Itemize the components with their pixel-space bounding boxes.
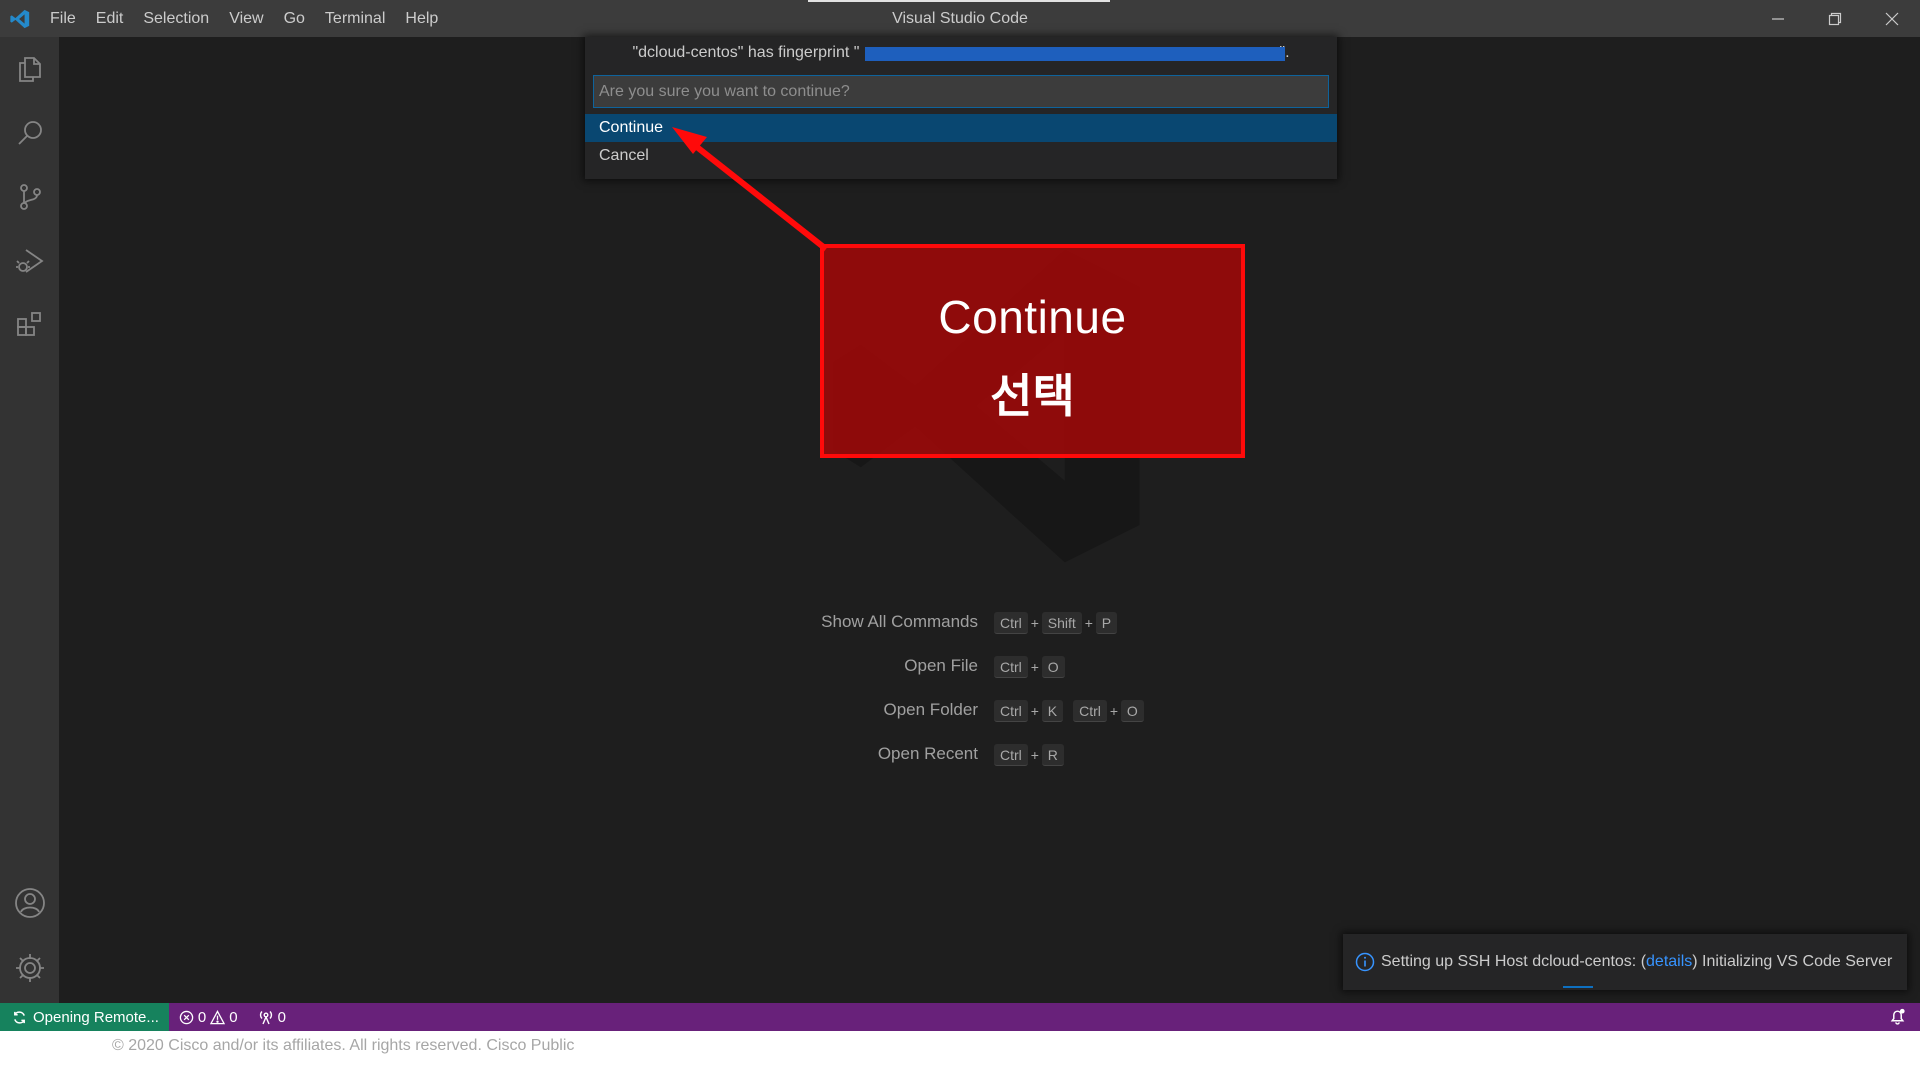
quick-input-list: Continue Cancel: [585, 114, 1337, 170]
ports-indicator[interactable]: 0: [248, 1009, 296, 1026]
restore-icon: [1828, 12, 1841, 25]
menu-selection[interactable]: Selection: [133, 0, 219, 37]
key-cap: Ctrl: [994, 700, 1028, 722]
activity-bar: [0, 37, 59, 1003]
shortcut-keys: Ctrl + R: [994, 744, 1064, 766]
menu-bar: File Edit Selection View Go Terminal Hel…: [40, 0, 448, 37]
extensions-icon[interactable]: [0, 297, 59, 353]
key-cap: Ctrl: [1073, 700, 1107, 722]
shortcut-label: Show All Commands: [821, 612, 978, 631]
notifications-bell-icon[interactable]: [1889, 1008, 1906, 1025]
key-cap: O: [1120, 700, 1144, 722]
key-cap: K: [1041, 700, 1064, 722]
accounts-icon[interactable]: [0, 875, 59, 931]
key-cap: Ctrl: [994, 612, 1028, 634]
remote-label: Opening Remote...: [33, 1008, 159, 1026]
sync-icon: [14, 1010, 25, 1024]
copyright-text: © 2020 Cisco and/or its affiliates. All …: [112, 1037, 575, 1054]
info-icon: [1355, 952, 1375, 972]
notification-text-before: Setting up SSH Host dcloud-centos: (: [1381, 953, 1647, 970]
settings-gear-icon[interactable]: [0, 940, 59, 996]
shortcut-keys: Ctrl + O: [994, 656, 1065, 678]
warning-count: 0: [229, 1008, 238, 1026]
remote-indicator[interactable]: Opening Remote...: [0, 1003, 169, 1031]
minimize-icon: [1771, 17, 1784, 20]
error-icon: [179, 1010, 194, 1024]
menu-file[interactable]: File: [40, 0, 86, 37]
minimize-button[interactable]: [1749, 0, 1806, 37]
explorer-icon[interactable]: [0, 41, 59, 97]
key-cap: R: [1041, 744, 1064, 766]
option-continue[interactable]: Continue: [585, 114, 1337, 142]
shortcut-label: Open Recent: [877, 744, 978, 763]
search-icon[interactable]: [0, 105, 59, 161]
source-control-icon[interactable]: [0, 169, 59, 225]
shortcut-keys: Ctrl + Shift + P: [994, 612, 1118, 634]
quick-input-title-prefix: "dcloud-centos" has fingerprint ": [632, 44, 860, 61]
vscode-logo-icon: [0, 0, 40, 37]
problems-indicator[interactable]: 0 0: [169, 1009, 248, 1026]
redaction-bar: [865, 47, 1285, 61]
key-cap: P: [1095, 612, 1118, 634]
warning-icon: [210, 1009, 226, 1024]
shortcut-label: Open Folder: [883, 700, 979, 719]
broadcast-icon: [259, 1011, 272, 1025]
option-cancel[interactable]: Cancel: [585, 142, 1337, 170]
shortcut-row[interactable]: Open Recent Ctrl + R: [0, 740, 1920, 768]
window-controls: [1749, 0, 1920, 37]
title-accent-line: [808, 0, 1110, 2]
menu-view[interactable]: View: [219, 0, 273, 37]
key-cap: Ctrl: [994, 656, 1028, 678]
error-count: 0: [197, 1008, 207, 1026]
ports-count: 0: [277, 1008, 286, 1026]
key-cap: Ctrl: [994, 744, 1028, 766]
quick-input-dialog: "dcloud-centos" has fingerprint "". Are …: [585, 37, 1337, 179]
menu-help[interactable]: Help: [395, 0, 448, 37]
notification-progress: [1563, 986, 1593, 988]
notification-text-after: ) Initializing VS Code Server: [1692, 953, 1893, 970]
title-bar: File Edit Selection View Go Terminal Hel…: [0, 0, 1920, 37]
shortcut-label: Open File: [904, 656, 978, 675]
key-cap: O: [1041, 656, 1065, 678]
close-icon: [1885, 12, 1898, 25]
key-cap: Shift: [1041, 612, 1082, 634]
close-button[interactable]: [1863, 0, 1920, 37]
menu-terminal[interactable]: Terminal: [315, 0, 395, 37]
callout-line1: Continue: [938, 291, 1127, 343]
menu-edit[interactable]: Edit: [86, 0, 134, 37]
callout-line2: 선택: [990, 370, 1075, 422]
run-debug-icon[interactable]: [0, 233, 59, 289]
quick-input-field[interactable]: Are you sure you want to continue?: [593, 75, 1329, 108]
notification-toast: Setting up SSH Host dcloud-centos: (deta…: [1343, 934, 1907, 990]
vscode-window: File Edit Selection View Go Terminal Hel…: [0, 0, 1920, 1031]
instruction-callout: Continue 선택: [820, 244, 1245, 458]
shortcut-row[interactable]: Show All Commands Ctrl + Shift + P: [0, 608, 1920, 636]
status-bar: Opening Remote... 0 0 0: [0, 1003, 1920, 1031]
details-link[interactable]: details: [1646, 953, 1692, 971]
shortcut-row[interactable]: Open Folder Ctrl + K Ctrl + O: [0, 696, 1920, 724]
shortcut-row[interactable]: Open File Ctrl + O: [0, 652, 1920, 680]
menu-go[interactable]: Go: [274, 0, 315, 37]
shortcut-keys: Ctrl + K Ctrl + O: [994, 700, 1144, 722]
quick-input-title: "dcloud-centos" has fingerprint "".: [585, 37, 1337, 69]
restore-button[interactable]: [1806, 0, 1863, 37]
